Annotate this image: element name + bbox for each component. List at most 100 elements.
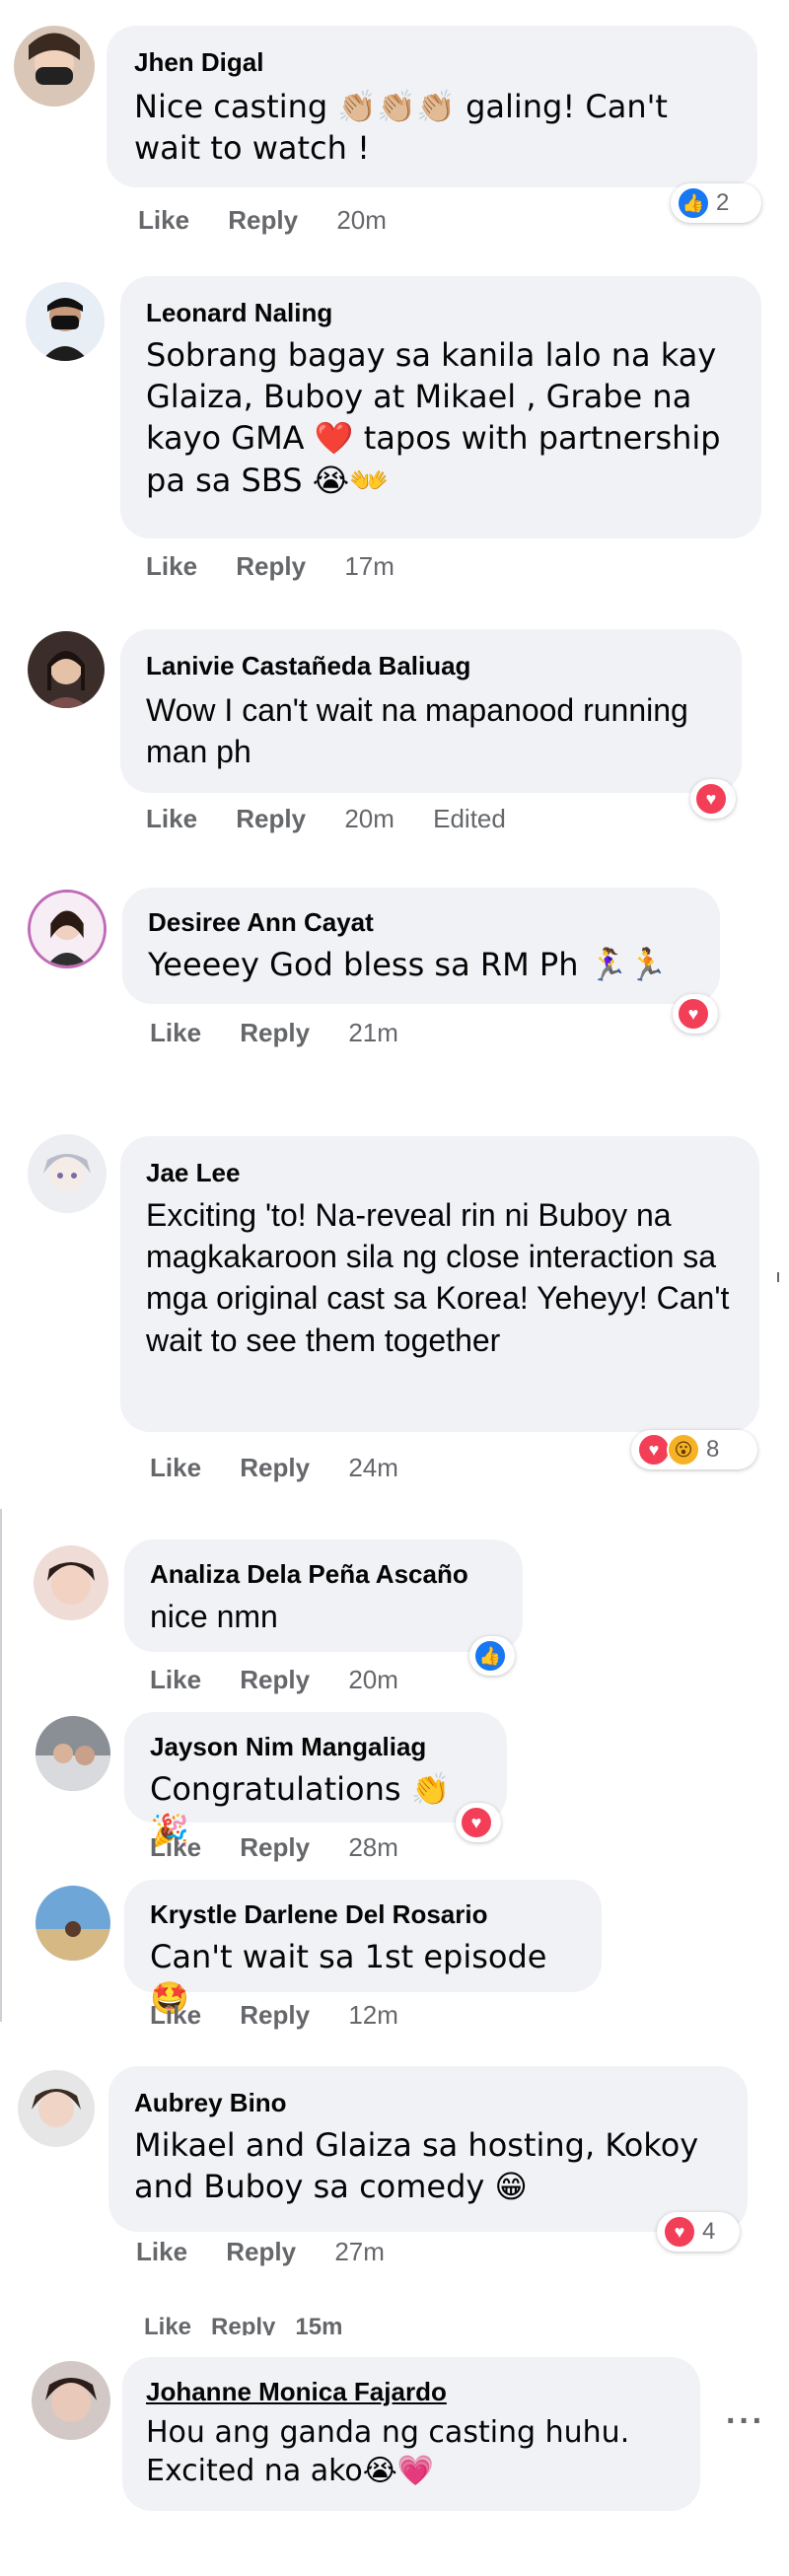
- like-button[interactable]: Like: [150, 2000, 201, 2031]
- timestamp[interactable]: 12m: [348, 2000, 398, 2031]
- comment-text: Yeeeey God bless sa RM Ph 🏃‍♀️🏃: [148, 946, 668, 983]
- comment-jayson-mangaliag: Jayson Nim Mangaliag Congratulations 👏🎉 …: [0, 1696, 789, 1864]
- more-options-icon[interactable]: ···: [726, 2402, 765, 2441]
- like-button[interactable]: Like: [150, 1453, 201, 1483]
- timestamp[interactable]: 20m: [336, 205, 387, 236]
- timestamp[interactable]: 20m: [348, 1665, 398, 1695]
- avatar[interactable]: [28, 890, 107, 968]
- avatar[interactable]: [14, 26, 95, 107]
- commenter-name[interactable]: Jhen Digal: [134, 47, 730, 78]
- like-button[interactable]: Like: [150, 1665, 201, 1695]
- comment-text: Exciting 'to! Na-reveal rin ni Buboy na …: [146, 1197, 730, 1358]
- reaction-count: 4: [702, 2218, 716, 2245]
- reply-button[interactable]: Reply: [236, 804, 306, 834]
- like-button[interactable]: Like: [138, 205, 189, 236]
- commenter-name[interactable]: Krystle Darlene Del Rosario: [150, 1899, 576, 1930]
- love-reaction-icon: ♥: [460, 1806, 493, 1839]
- like-reaction-icon: 👍: [473, 1639, 507, 1673]
- comment-actions: Like Reply 17m: [146, 551, 394, 582]
- wow-reaction-icon: 😮: [667, 1433, 700, 1467]
- reply-button[interactable]: Reply: [240, 1453, 310, 1483]
- comment-aubrey-bino: Aubrey Bino Mikael and Glaiza sa hosting…: [0, 2046, 789, 2288]
- reaction-summary[interactable]: ♥ 😮 8: [631, 1430, 757, 1469]
- comment-actions: Like Reply 21m: [150, 1018, 398, 1048]
- comment-bubble: Analiza Dela Peña Ascaño nice nmn: [124, 1539, 523, 1652]
- love-reaction-icon: ♥: [663, 2215, 696, 2249]
- timestamp[interactable]: 21m: [348, 1018, 398, 1048]
- commenter-name[interactable]: Desiree Ann Cayat: [148, 907, 694, 938]
- love-reaction-icon: ♥: [637, 1433, 671, 1467]
- clipped-comment-actions: Like Reply 15m: [144, 2314, 343, 2335]
- comment-actions: Like Reply 20m Edited: [146, 804, 506, 834]
- avatar[interactable]: [36, 1886, 110, 1961]
- timestamp[interactable]: 28m: [348, 1832, 398, 1863]
- like-button[interactable]: Like: [136, 2237, 187, 2267]
- reaction-summary[interactable]: ♥: [673, 994, 718, 1034]
- comment-bubble: Lanivie Castañeda Baliuag Wow I can't wa…: [120, 629, 742, 793]
- love-reaction-icon: ♥: [677, 997, 710, 1031]
- like-button[interactable]: Like: [146, 804, 197, 834]
- commenter-name[interactable]: Analiza Dela Peña Ascaño: [150, 1559, 497, 1590]
- scroll-mark: [777, 1272, 779, 1282]
- commenter-name[interactable]: Lanivie Castañeda Baliuag: [146, 651, 716, 681]
- comment-actions: Like Reply 12m: [150, 2000, 398, 2031]
- avatar[interactable]: [34, 1545, 108, 1620]
- reply-button[interactable]: Reply: [226, 2237, 296, 2267]
- comment-text: Sobrang bagay sa kanila lalo na kay Glai…: [146, 336, 721, 499]
- like-button[interactable]: Like: [150, 1018, 201, 1048]
- reaction-summary[interactable]: 👍 2: [671, 183, 761, 223]
- comment-bubble: Jhen Digal Nice casting 👏🏼👏🏼👏🏼 galing! C…: [107, 26, 757, 187]
- comment-actions: Like Reply 20m: [138, 205, 387, 236]
- timestamp[interactable]: 27m: [334, 2237, 385, 2267]
- reaction-summary[interactable]: 👍: [469, 1636, 515, 1676]
- comment-text: Nice casting 👏🏼👏🏼👏🏼 galing! Can't wait t…: [134, 88, 668, 168]
- commenter-name[interactable]: Aubrey Bino: [134, 2088, 722, 2118]
- timestamp[interactable]: 20m: [344, 804, 394, 834]
- commenter-name[interactable]: Jayson Nim Mangaliag: [150, 1732, 481, 1762]
- comment-bubble: Desiree Ann Cayat Yeeeey God bless sa RM…: [122, 888, 720, 1004]
- comment-text: Hou ang ganda ng casting huhu. Excited n…: [146, 2415, 630, 2488]
- comment-actions: Like Reply 24m: [150, 1453, 398, 1483]
- timestamp[interactable]: 24m: [348, 1453, 398, 1483]
- timestamp[interactable]: 17m: [344, 551, 394, 582]
- comment-jae-lee: Jae Lee Exciting 'to! Na-reveal rin ni B…: [0, 1114, 789, 1489]
- like-button[interactable]: Like: [146, 551, 197, 582]
- reply-button[interactable]: Reply: [236, 551, 306, 582]
- reaction-summary[interactable]: ♥: [456, 1803, 501, 1842]
- reaction-count: 8: [706, 1436, 720, 1463]
- commenter-name[interactable]: Jae Lee: [146, 1158, 734, 1188]
- avatar[interactable]: [36, 1716, 110, 1791]
- comment-bubble: Krystle Darlene Del Rosario Can't wait s…: [124, 1880, 602, 2017]
- reply-button[interactable]: Reply: [228, 205, 298, 236]
- avatar[interactable]: [28, 1134, 107, 1213]
- reply-button[interactable]: Reply: [240, 1018, 310, 1048]
- comment-bubble: Johanne Monica Fajardo Hou ang ganda ng …: [122, 2357, 700, 2511]
- comment-actions: Like Reply 27m: [136, 2237, 385, 2267]
- comment-johanne-fajardo: Johanne Monica Fajardo Hou ang ganda ng …: [0, 2347, 789, 2576]
- reaction-summary[interactable]: ♥: [690, 779, 736, 819]
- comment-desiree-cayat: Desiree Ann Cayat Yeeeey God bless sa RM…: [0, 868, 789, 1065]
- comment-jhen-digal: Jhen Digal Nice casting 👏🏼👏🏼👏🏼 galing! C…: [0, 0, 789, 251]
- commenter-name[interactable]: Leonard Naling: [146, 298, 736, 328]
- edited-label: Edited: [433, 804, 506, 833]
- comment-bubble: Jayson Nim Mangaliag Congratulations 👏🎉: [124, 1712, 507, 1849]
- reply-button[interactable]: Reply: [240, 2000, 310, 2031]
- avatar[interactable]: [26, 282, 105, 361]
- avatar[interactable]: [32, 2361, 110, 2440]
- reaction-summary[interactable]: ♥ 4: [657, 2212, 740, 2252]
- comment-krystle-del-rosario: Krystle Darlene Del Rosario Can't wait s…: [0, 1864, 789, 2041]
- comment-actions: Like Reply 20m: [150, 1665, 398, 1695]
- avatar[interactable]: [28, 631, 105, 708]
- comment-bubble: Aubrey Bino Mikael and Glaiza sa hosting…: [108, 2066, 748, 2232]
- comment-actions: Like Reply 28m: [150, 1832, 398, 1863]
- comment-bubble: Jae Lee Exciting 'to! Na-reveal rin ni B…: [120, 1136, 759, 1432]
- reply-button[interactable]: Reply: [240, 1832, 310, 1863]
- comment-lanivie-baliuag: Lanivie Castañeda Baliuag Wow I can't wa…: [0, 602, 789, 848]
- comment-text: Mikael and Glaiza sa hosting, Kokoy and …: [134, 2126, 699, 2206]
- like-reaction-icon: 👍: [677, 186, 710, 220]
- comment-leonard-naling: Leonard Naling Sobrang bagay sa kanila l…: [0, 256, 789, 597]
- commenter-name[interactable]: Johanne Monica Fajardo: [146, 2377, 677, 2407]
- avatar[interactable]: [18, 2070, 95, 2147]
- reply-button[interactable]: Reply: [240, 1665, 310, 1695]
- like-button[interactable]: Like: [150, 1832, 201, 1863]
